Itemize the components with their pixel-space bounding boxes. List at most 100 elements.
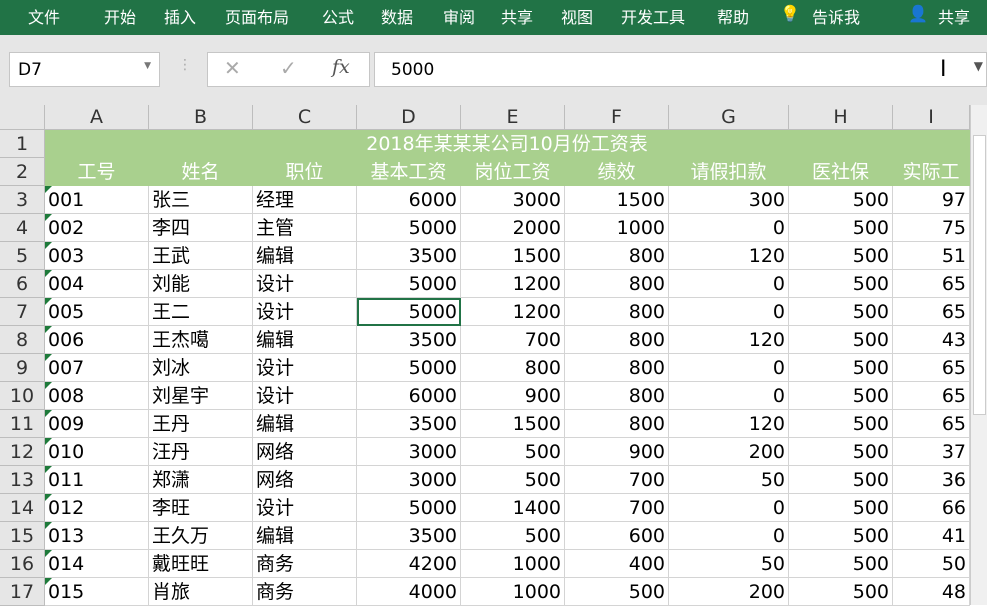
table-cell[interactable]: 800 xyxy=(565,354,669,382)
table-cell[interactable]: 65 xyxy=(893,270,970,298)
table-cell[interactable]: 005 xyxy=(45,298,149,326)
table-cell[interactable]: 500 xyxy=(789,494,893,522)
table-cell[interactable]: 6000 xyxy=(357,186,461,214)
table-cell[interactable]: 郑潇 xyxy=(149,466,253,494)
table-cell[interactable]: 002 xyxy=(45,214,149,242)
table-cell[interactable]: 004 xyxy=(45,270,149,298)
table-cell[interactable]: 3000 xyxy=(357,438,461,466)
table-cell[interactable]: 010 xyxy=(45,438,149,466)
table-cell[interactable]: 65 xyxy=(893,354,970,382)
table-cell[interactable]: 48 xyxy=(893,578,970,606)
table-cell[interactable]: 50 xyxy=(669,466,789,494)
table-cell[interactable]: 120 xyxy=(669,410,789,438)
ribbon-tab[interactable]: 开始 xyxy=(104,4,136,28)
column-label[interactable]: 工号 xyxy=(45,158,149,186)
table-cell[interactable]: 3000 xyxy=(461,186,565,214)
table-cell[interactable]: 5000 xyxy=(357,494,461,522)
table-cell[interactable]: 007 xyxy=(45,354,149,382)
table-cell[interactable]: 编辑 xyxy=(253,410,357,438)
scrollbar-thumb[interactable] xyxy=(973,135,986,415)
table-cell[interactable]: 120 xyxy=(669,326,789,354)
table-cell[interactable]: 003 xyxy=(45,242,149,270)
select-all-button[interactable] xyxy=(0,105,45,130)
table-cell[interactable]: 设计 xyxy=(253,270,357,298)
table-cell[interactable]: 500 xyxy=(789,438,893,466)
table-cell[interactable]: 3500 xyxy=(357,242,461,270)
row-header-9[interactable]: 9 xyxy=(0,354,45,382)
table-cell[interactable]: 900 xyxy=(565,438,669,466)
row-header-12[interactable]: 12 xyxy=(0,438,45,466)
table-cell[interactable]: 1500 xyxy=(461,410,565,438)
table-cell[interactable]: 37 xyxy=(893,438,970,466)
table-cell[interactable]: 3500 xyxy=(357,410,461,438)
table-cell[interactable]: 1000 xyxy=(565,214,669,242)
column-label[interactable]: 请假扣款 xyxy=(669,158,789,186)
table-cell[interactable]: 5000 xyxy=(357,214,461,242)
table-cell[interactable]: 汪丹 xyxy=(149,438,253,466)
column-label[interactable]: 岗位工资 xyxy=(461,158,565,186)
table-cell[interactable]: 2000 xyxy=(461,214,565,242)
table-cell[interactable]: 800 xyxy=(565,410,669,438)
table-cell[interactable]: 500 xyxy=(789,270,893,298)
table-cell[interactable]: 500 xyxy=(789,466,893,494)
enter-icon[interactable]: ✓ xyxy=(280,56,297,80)
column-label[interactable]: 职位 xyxy=(253,158,357,186)
row-header-6[interactable]: 6 xyxy=(0,270,45,298)
table-cell[interactable]: 主管 xyxy=(253,214,357,242)
column-header-D[interactable]: D xyxy=(357,105,461,130)
row-header-8[interactable]: 8 xyxy=(0,326,45,354)
column-header-B[interactable]: B xyxy=(149,105,253,130)
tell-me-button[interactable]: 告诉我 xyxy=(812,4,860,28)
table-cell[interactable]: 编辑 xyxy=(253,242,357,270)
table-cell[interactable]: 500 xyxy=(461,522,565,550)
table-cell[interactable]: 编辑 xyxy=(253,522,357,550)
table-cell[interactable]: 700 xyxy=(461,326,565,354)
column-header-E[interactable]: E xyxy=(461,105,565,130)
table-cell[interactable]: 张三 xyxy=(149,186,253,214)
insert-function-button[interactable]: fx xyxy=(332,56,350,78)
table-cell[interactable]: 200 xyxy=(669,578,789,606)
table-cell[interactable]: 1000 xyxy=(461,550,565,578)
column-label[interactable]: 绩效 xyxy=(565,158,669,186)
table-cell[interactable]: 6000 xyxy=(357,382,461,410)
table-cell[interactable]: 1200 xyxy=(461,298,565,326)
table-cell[interactable]: 800 xyxy=(565,326,669,354)
table-cell[interactable]: 王杰噶 xyxy=(149,326,253,354)
table-cell[interactable]: 65 xyxy=(893,410,970,438)
table-cell[interactable]: 500 xyxy=(789,354,893,382)
table-cell[interactable]: 50 xyxy=(893,550,970,578)
row-header-4[interactable]: 4 xyxy=(0,214,45,242)
table-cell[interactable]: 网络 xyxy=(253,466,357,494)
table-cell[interactable]: 500 xyxy=(789,326,893,354)
table-cell[interactable]: 3500 xyxy=(357,326,461,354)
table-cell[interactable]: 0 xyxy=(669,354,789,382)
table-cell[interactable]: 65 xyxy=(893,298,970,326)
table-cell[interactable]: 网络 xyxy=(253,438,357,466)
table-cell[interactable]: 戴旺旺 xyxy=(149,550,253,578)
column-label[interactable]: 实际工 xyxy=(893,158,970,186)
table-cell[interactable]: 015 xyxy=(45,578,149,606)
table-cell[interactable]: 800 xyxy=(565,242,669,270)
table-cell[interactable]: 200 xyxy=(669,438,789,466)
column-header-A[interactable]: A xyxy=(45,105,149,130)
row-header-7[interactable]: 7 xyxy=(0,298,45,326)
table-cell[interactable]: 500 xyxy=(789,382,893,410)
table-cell[interactable]: 500 xyxy=(789,410,893,438)
table-cell[interactable]: 5000 xyxy=(357,270,461,298)
table-cell[interactable]: 0 xyxy=(669,494,789,522)
table-cell[interactable]: 900 xyxy=(461,382,565,410)
table-cell[interactable]: 600 xyxy=(565,522,669,550)
table-cell[interactable]: 0 xyxy=(669,522,789,550)
table-cell[interactable]: 500 xyxy=(789,522,893,550)
selected-cell[interactable]: 5000 xyxy=(357,298,461,326)
row-header-5[interactable]: 5 xyxy=(0,242,45,270)
ribbon-tab[interactable]: 共享 xyxy=(501,4,533,28)
table-cell[interactable]: 1500 xyxy=(565,186,669,214)
table-cell[interactable]: 王二 xyxy=(149,298,253,326)
table-cell[interactable]: 500 xyxy=(789,214,893,242)
table-cell[interactable]: 50 xyxy=(669,550,789,578)
table-cell[interactable]: 013 xyxy=(45,522,149,550)
column-label[interactable]: 医社保 xyxy=(789,158,893,186)
row-header-17[interactable]: 17 xyxy=(0,578,45,606)
table-cell[interactable]: 97 xyxy=(893,186,970,214)
